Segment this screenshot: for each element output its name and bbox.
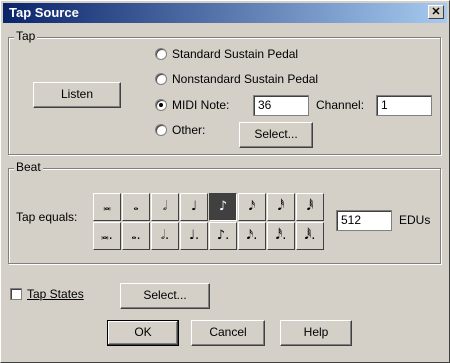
quarter-note-button[interactable]: ♩	[180, 193, 208, 221]
radio-midi-note-label: MIDI Note:	[172, 98, 230, 112]
sixteenth-note-icon: 𝅘𝅥𝅯	[248, 199, 256, 214]
dotted-sixteenth-note-icon: 𝅘𝅥𝅯.	[246, 228, 258, 243]
edu-label: EDUs	[399, 213, 431, 227]
whole-note-icon: 𝅝	[133, 199, 139, 214]
tap-states-select-button[interactable]: Select...	[120, 283, 210, 309]
double-whole-note-button[interactable]: 𝅜	[93, 193, 121, 221]
listen-button[interactable]: Listen	[33, 82, 121, 108]
tap-select-button[interactable]: Select...	[239, 122, 313, 148]
sixteenth-note-button[interactable]: 𝅘𝅥𝅯	[238, 193, 266, 221]
dotted-double-whole-note-icon: 𝅜.	[101, 228, 113, 243]
radio-standard-sustain-pedal-label: Standard Sustain Pedal	[172, 47, 299, 61]
tap-select-button-label: Select...	[254, 127, 298, 141]
whole-note-button[interactable]: 𝅝	[122, 193, 150, 221]
dotted-whole-note-button[interactable]: 𝅝.	[122, 222, 150, 250]
title-bar[interactable]: Tap Source ✕	[3, 3, 447, 23]
thirty-second-note-icon: 𝅘𝅥𝅰	[277, 199, 285, 214]
dotted-sixteenth-note-button[interactable]: 𝅘𝅥𝅯.	[238, 222, 266, 250]
eighth-note-icon: ♪	[218, 199, 228, 214]
double-whole-note-icon: 𝅜	[103, 199, 111, 214]
tap-equals-label: Tap equals:	[16, 210, 78, 224]
radio-other-label: Other:	[172, 123, 206, 137]
beat-group-label: Beat	[14, 160, 43, 174]
dotted-eighth-note-button[interactable]: ♪.	[209, 222, 237, 250]
help-button-label: Help	[303, 325, 329, 339]
dotted-thirty-second-note-icon: 𝅘𝅥𝅰.	[275, 228, 287, 243]
channel-field[interactable]: 1	[376, 95, 432, 116]
help-button[interactable]: Help	[280, 320, 352, 346]
dotted-sixty-fourth-note-icon: 𝅘𝅥𝅱.	[304, 228, 316, 243]
tap-states-select-label: Select...	[143, 288, 187, 302]
dotted-eighth-note-icon: ♪.	[216, 228, 230, 243]
half-note-icon: 𝅗𝅥	[162, 199, 168, 214]
close-button[interactable]: ✕	[428, 5, 444, 19]
duration-row-undotted: 𝅜 𝅝 𝅗𝅥 ♩ ♪ 𝅘𝅥𝅯 𝅘𝅥𝅰 𝅘𝅥𝅱	[93, 193, 325, 221]
thirty-second-note-button[interactable]: 𝅘𝅥𝅰	[267, 193, 295, 221]
tap-states-label: Tap States	[27, 287, 84, 301]
window-title: Tap Source	[9, 5, 79, 20]
half-note-button[interactable]: 𝅗𝅥	[151, 193, 179, 221]
radio-nonstandard-sustain-pedal[interactable]	[155, 73, 167, 85]
dotted-quarter-note-icon: ♩.	[188, 228, 200, 243]
dotted-whole-note-icon: 𝅝.	[131, 228, 141, 243]
tap-group-label: Tap	[14, 29, 38, 43]
dotted-quarter-note-button[interactable]: ♩.	[180, 222, 208, 250]
dotted-half-note-icon: 𝅗𝅥.	[160, 228, 170, 243]
quarter-note-icon: ♩	[190, 199, 198, 214]
dotted-half-note-button[interactable]: 𝅗𝅥.	[151, 222, 179, 250]
close-icon: ✕	[431, 6, 441, 18]
radio-nonstandard-sustain-pedal-label: Nonstandard Sustain Pedal	[172, 72, 319, 86]
dotted-thirty-second-note-button[interactable]: 𝅘𝅥𝅰.	[267, 222, 295, 250]
radio-other[interactable]	[155, 124, 167, 136]
midi-note-field[interactable]: 36	[253, 95, 309, 116]
listen-button-label: Listen	[60, 87, 94, 101]
sixty-fourth-note-button[interactable]: 𝅘𝅥𝅱	[296, 193, 324, 221]
sixty-fourth-note-icon: 𝅘𝅥𝅱	[306, 199, 314, 214]
duration-row-dotted: 𝅜. 𝅝. 𝅗𝅥. ♩. ♪. 𝅘𝅥𝅯. 𝅘𝅥𝅰. 𝅘𝅥𝅱.	[93, 222, 325, 250]
edu-field[interactable]: 512	[336, 210, 392, 231]
channel-label: Channel:	[316, 98, 365, 112]
eighth-note-button[interactable]: ♪	[209, 193, 237, 221]
dotted-double-whole-note-button[interactable]: 𝅜.	[93, 222, 121, 250]
cancel-button[interactable]: Cancel	[191, 320, 265, 346]
radio-standard-sustain-pedal[interactable]	[155, 48, 167, 60]
tap-states-checkbox[interactable]	[10, 288, 22, 300]
ok-button[interactable]: OK	[107, 320, 179, 346]
cancel-button-label: Cancel	[209, 325, 247, 339]
radio-midi-note[interactable]	[155, 99, 167, 111]
dotted-sixty-fourth-note-button[interactable]: 𝅘𝅥𝅱.	[296, 222, 324, 250]
ok-button-label: OK	[134, 325, 152, 339]
